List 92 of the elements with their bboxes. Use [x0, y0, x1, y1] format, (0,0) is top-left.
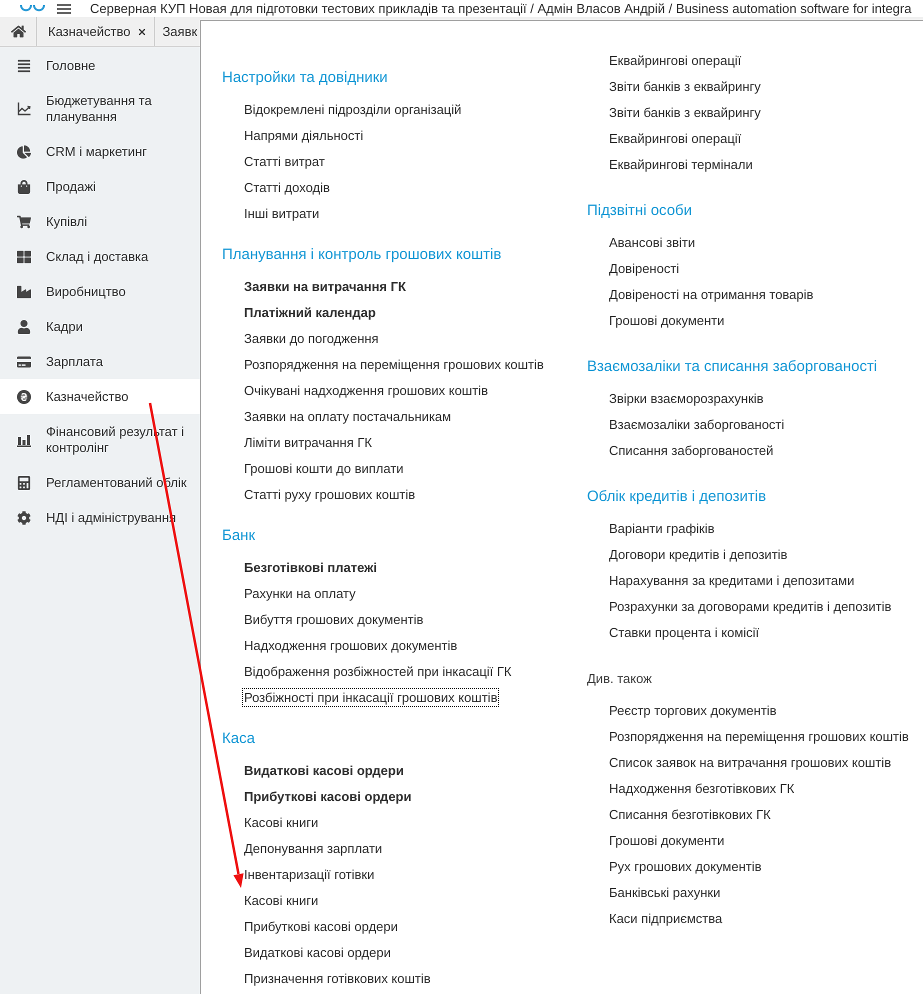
menu-link[interactable]: Депонування зарплати	[242, 838, 384, 858]
sidebar-item[interactable]: Бюджетування та планування	[0, 83, 200, 134]
menu-link[interactable]: Вибуття грошових документів	[242, 610, 426, 628]
sidebar-item[interactable]: Виробництво	[0, 274, 200, 309]
menu-link[interactable]: Видаткові касові ордери	[242, 942, 393, 962]
menu-link[interactable]: Грошові документи	[607, 830, 726, 850]
section-heading: Каса	[222, 729, 255, 749]
menu-link[interactable]: Очікувані надходження грошових коштів	[242, 380, 490, 400]
menu-link[interactable]: Прибуткові касові ордери	[242, 916, 400, 936]
close-icon[interactable]	[137, 26, 148, 36]
sidebar-item[interactable]: Продажі	[0, 169, 200, 204]
menu-link[interactable]: Нарахування за кредитами і депозитами	[607, 570, 856, 590]
shopping-bag-icon	[17, 180, 31, 194]
menu-link[interactable]: Заявки на оплату постачальникам	[242, 406, 454, 426]
menu-link[interactable]: Напрями діяльності	[242, 126, 366, 144]
menu-link[interactable]: Еквайрингові операції	[607, 128, 744, 148]
see-also-label: Див. також	[587, 670, 652, 688]
home-icon	[10, 24, 26, 39]
section-heading: Облік кредитів і депозитів	[587, 487, 766, 507]
menu-link[interactable]: Рух грошових документів	[607, 856, 764, 876]
menu-link[interactable]: Розбіжності при інкасації грошових коштів	[242, 688, 500, 706]
menu-link[interactable]: Ставки процента і комісії	[607, 622, 762, 642]
menu-link[interactable]: Звіти банків з еквайрингу	[607, 102, 763, 122]
sidebar-item[interactable]: Кадри	[0, 309, 200, 344]
menu-link[interactable]: Рахунки на оплату	[242, 584, 358, 602]
coin-icon	[17, 390, 31, 404]
menu-link[interactable]: Списання безготівкових ГК	[607, 804, 773, 824]
menu-link[interactable]: Видаткові касові ордери	[242, 760, 406, 780]
menu-link[interactable]: Призначення готівкових коштів	[242, 968, 433, 988]
menu-link[interactable]: Розрахунки за договорами кредитів і депозитів	[607, 596, 894, 616]
menu-link[interactable]: Відображення розбіжностей при інкасації ГК	[242, 662, 514, 680]
calculator-icon	[17, 476, 31, 490]
menu-link[interactable]: Банківські рахунки	[607, 882, 722, 902]
sidebar-item[interactable]: Зарплата	[0, 344, 200, 379]
section-heading: Планування і контроль грошових коштів	[222, 245, 502, 265]
sidebar-item[interactable]: Купівлі	[0, 204, 200, 239]
menu-link[interactable]: Еквайрингові термінали	[607, 154, 755, 174]
menu-link[interactable]: Звірки взаєморозрахунків	[607, 388, 766, 408]
menu-link[interactable]: Касові книги	[242, 890, 320, 910]
menu-link[interactable]: Безготівкові платежі	[242, 558, 379, 576]
menu-link[interactable]: Реєстр торгових документів	[607, 700, 779, 720]
section-heading: Підзвітні особи	[587, 201, 692, 221]
menu-link[interactable]: Довіреності	[607, 258, 682, 278]
menu-icon[interactable]	[57, 4, 71, 14]
person-icon	[17, 320, 31, 334]
menu-link[interactable]: Розпорядження на переміщення грошових коштів	[242, 354, 546, 374]
pie-chart-icon	[17, 144, 31, 158]
menu-link[interactable]: Заявки до погодження	[242, 328, 381, 348]
menu-link[interactable]: Договори кредитів і депозитів	[607, 544, 790, 564]
sidebar-item[interactable]: Головне	[0, 48, 200, 83]
menu-link[interactable]: Інвентаризації готівки	[242, 864, 376, 884]
cart-icon	[17, 214, 31, 228]
menu-link[interactable]: Статті доходів	[242, 178, 332, 196]
menu-link[interactable]: Надходження грошових документів	[242, 636, 460, 654]
menu-link[interactable]: Прибуткові касові ордери	[242, 786, 414, 806]
menu-link[interactable]: Заявки на витрачання ГК	[242, 276, 408, 296]
bar-chart-icon	[17, 432, 31, 446]
menu-link[interactable]: Авансові звіти	[607, 232, 698, 252]
sidebar-item[interactable]: CRM і маркетинг	[0, 134, 200, 169]
menu-link[interactable]: Платіжний календар	[242, 302, 378, 322]
factory-icon	[17, 284, 31, 298]
menu-link[interactable]: Довіреності на отримання товарів	[607, 284, 816, 304]
section-heading: Взаємозаліки та списання заборгованості	[587, 357, 878, 377]
card-icon	[17, 354, 31, 368]
lines-icon	[17, 58, 31, 72]
menu-link[interactable]: Статті руху грошових коштів	[242, 484, 418, 504]
menu-link[interactable]: Звіти банків з еквайрингу	[607, 76, 763, 96]
menu-link[interactable]: Список заявок на витрачання грошових коштів	[607, 752, 894, 772]
settings-icon	[17, 510, 31, 524]
menu-link[interactable]: Грошові документи	[607, 310, 726, 330]
menu-link[interactable]: Розпорядження на переміщення грошових коштів	[607, 726, 911, 746]
menu-link[interactable]: Статті витрат	[242, 152, 327, 170]
menu-link[interactable]: Інші витрати	[242, 204, 322, 222]
menu-link[interactable]: Еквайрингові операції	[607, 50, 744, 70]
menu-link[interactable]: Каси підприємства	[607, 908, 724, 928]
menu-link[interactable]: Варіанти графіків	[607, 518, 717, 538]
menu-link[interactable]: Касові книги	[242, 812, 320, 832]
section-heading: Банк	[222, 526, 256, 546]
sidebar-item[interactable]: Склад і доставка	[0, 239, 200, 274]
menu-link[interactable]: Відокремлені підрозділи організацій	[242, 100, 464, 118]
menu-link[interactable]: Грошові кошти до виплати	[242, 458, 406, 478]
menu-link[interactable]: Ліміти витрачання ГК	[242, 432, 374, 452]
grid-icon	[17, 250, 31, 264]
menu-link[interactable]: Надходження безготівкових ГК	[607, 778, 796, 798]
window-title: Серверная КУП Новая для підготовки тестових прикладів та презентації / Адмін Власов Андрій / Business automation software for integra	[90, 0, 912, 16]
line-chart-icon	[17, 102, 31, 116]
sidebar-item[interactable]: Казначейство	[0, 379, 200, 414]
menu-link[interactable]: Списання заборгованостей	[607, 440, 776, 460]
tab[interactable]: Казначейство	[36, 17, 154, 46]
section-heading: Настройки та довідники	[222, 68, 388, 88]
tab[interactable]: Заявк	[154, 17, 198, 46]
menu-link[interactable]: Взаємозаліки заборгованості	[607, 414, 786, 434]
